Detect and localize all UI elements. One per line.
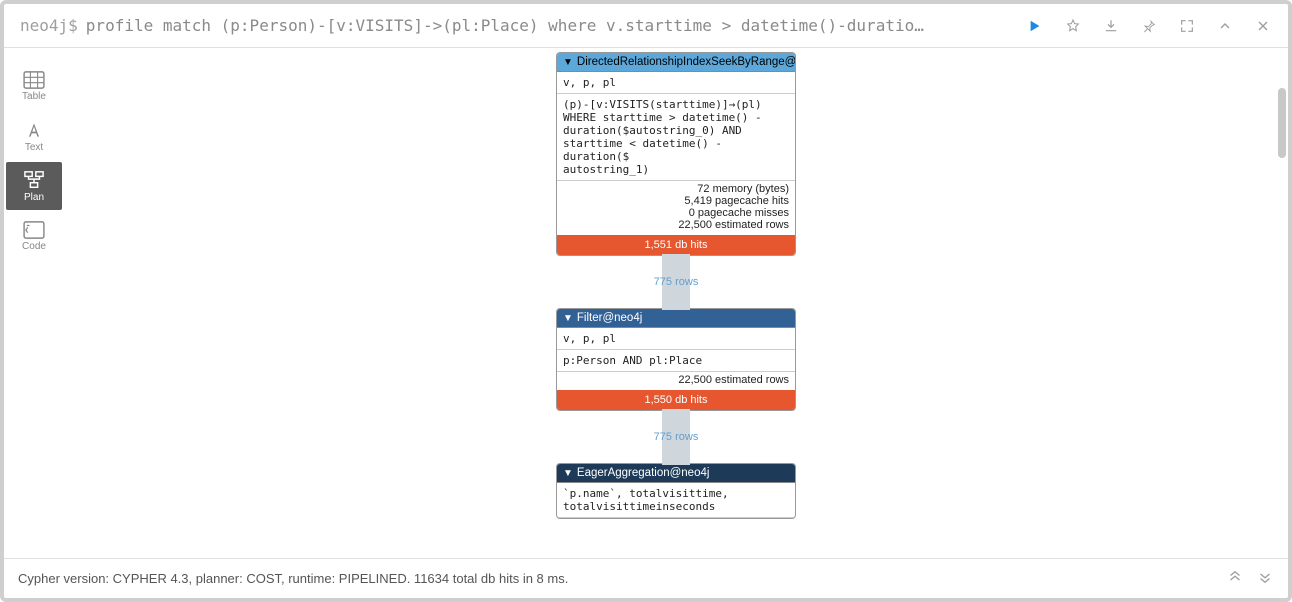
pin-icon[interactable] — [1140, 17, 1158, 35]
plan-node[interactable]: ▼ EagerAggregation@neo4j `p.name`, total… — [556, 463, 796, 519]
plan-connector-rows: 775 rows — [654, 276, 699, 288]
scroll-bottom-icon[interactable] — [1256, 568, 1274, 589]
plan-node-identifiers: `p.name`, totalvisittime, totalvisittime… — [557, 483, 795, 518]
plan-node-header[interactable]: ▼ DirectedRelationshipIndexSeekByRange@n… — [557, 53, 795, 72]
query-text[interactable]: profile match (p:Person)-[v:VISITS]->(pl… — [86, 16, 1012, 35]
plan-node[interactable]: ▼ DirectedRelationshipIndexSeekByRange@n… — [556, 52, 796, 256]
fullscreen-icon[interactable] — [1178, 17, 1196, 35]
sidebar-item-table[interactable]: Table — [6, 62, 62, 110]
plan-node-identifiers: v, p, pl — [557, 328, 795, 350]
plan-node-identifiers: v, p, pl — [557, 72, 795, 94]
sidebar-item-plan[interactable]: Plan — [6, 162, 62, 210]
plan-node-stats: 72 memory (bytes) 5,419 pagecache hits 0… — [557, 181, 795, 235]
plan-track: ▼ DirectedRelationshipIndexSeekByRange@n… — [64, 52, 1288, 558]
sidebar-item-label: Table — [22, 91, 46, 102]
view-switcher: Table Text Plan Code — [4, 48, 64, 558]
query-bar: neo4j$ profile match (p:Person)-[v:VISIT… — [4, 4, 1288, 48]
plan-node-stat: 22,500 estimated rows — [678, 219, 789, 231]
play-icon[interactable] — [1026, 17, 1044, 35]
text-icon — [24, 120, 44, 140]
plan-node-stats: 22,500 estimated rows — [557, 372, 795, 390]
plan-node[interactable]: ▼ Filter@neo4j v, p, pl p:Person AND pl:… — [556, 308, 796, 411]
download-icon[interactable] — [1102, 17, 1120, 35]
sidebar-item-text[interactable]: Text — [6, 112, 62, 160]
sidebar-item-code[interactable]: Code — [6, 212, 62, 260]
plan-node-stat: 5,419 pagecache hits — [684, 195, 789, 207]
plan-node-header[interactable]: ▼ EagerAggregation@neo4j — [557, 464, 795, 483]
close-icon[interactable] — [1254, 17, 1272, 35]
collapse-icon[interactable] — [1216, 17, 1234, 35]
plan-node-title: Filter@neo4j — [577, 312, 642, 324]
frame-actions — [1020, 17, 1278, 35]
plan-icon — [23, 170, 45, 190]
plan-node-stat: 72 memory (bytes) — [697, 183, 789, 195]
plan-node-dbhits: 1,551 db hits — [557, 235, 795, 255]
frame-body: Table Text Plan Code ▼ — [4, 48, 1288, 558]
frame-footer: Cypher version: CYPHER 4.3, planner: COS… — [4, 558, 1288, 598]
plan-node-predicate: (p)-[v:VISITS(starttime)]→(pl) WHERE sta… — [557, 94, 795, 181]
neo4j-result-frame: neo4j$ profile match (p:Person)-[v:VISIT… — [0, 0, 1292, 602]
prompt-label: neo4j$ — [20, 16, 78, 35]
plan-connector-rows: 775 rows — [654, 431, 699, 443]
plan-node-dbhits: 1,550 db hits — [557, 390, 795, 410]
scroll-top-icon[interactable] — [1226, 568, 1244, 589]
sidebar-item-label: Plan — [24, 192, 44, 203]
table-icon — [23, 71, 45, 89]
favorite-icon[interactable] — [1064, 17, 1082, 35]
plan-node-header[interactable]: ▼ Filter@neo4j — [557, 309, 795, 328]
disclosure-triangle-icon[interactable]: ▼ — [563, 313, 573, 324]
code-icon — [23, 221, 45, 239]
plan-node-title: DirectedRelationshipIndexSeekByRange@neo… — [577, 56, 796, 68]
plan-node-stat: 22,500 estimated rows — [678, 374, 789, 386]
plan-connector: 775 rows — [662, 409, 690, 465]
status-text: Cypher version: CYPHER 4.3, planner: COS… — [18, 571, 568, 586]
sidebar-item-label: Code — [22, 241, 46, 252]
plan-node-stat: 0 pagecache misses — [689, 207, 789, 219]
sidebar-item-label: Text — [25, 142, 43, 153]
plan-connector: 775 rows — [662, 254, 690, 310]
footer-actions — [1226, 568, 1274, 589]
disclosure-triangle-icon[interactable]: ▼ — [563, 57, 573, 68]
disclosure-triangle-icon[interactable]: ▼ — [563, 468, 573, 479]
plan-canvas[interactable]: ▼ DirectedRelationshipIndexSeekByRange@n… — [64, 48, 1288, 558]
plan-node-title: EagerAggregation@neo4j — [577, 467, 710, 479]
plan-node-predicate: p:Person AND pl:Place — [557, 350, 795, 372]
